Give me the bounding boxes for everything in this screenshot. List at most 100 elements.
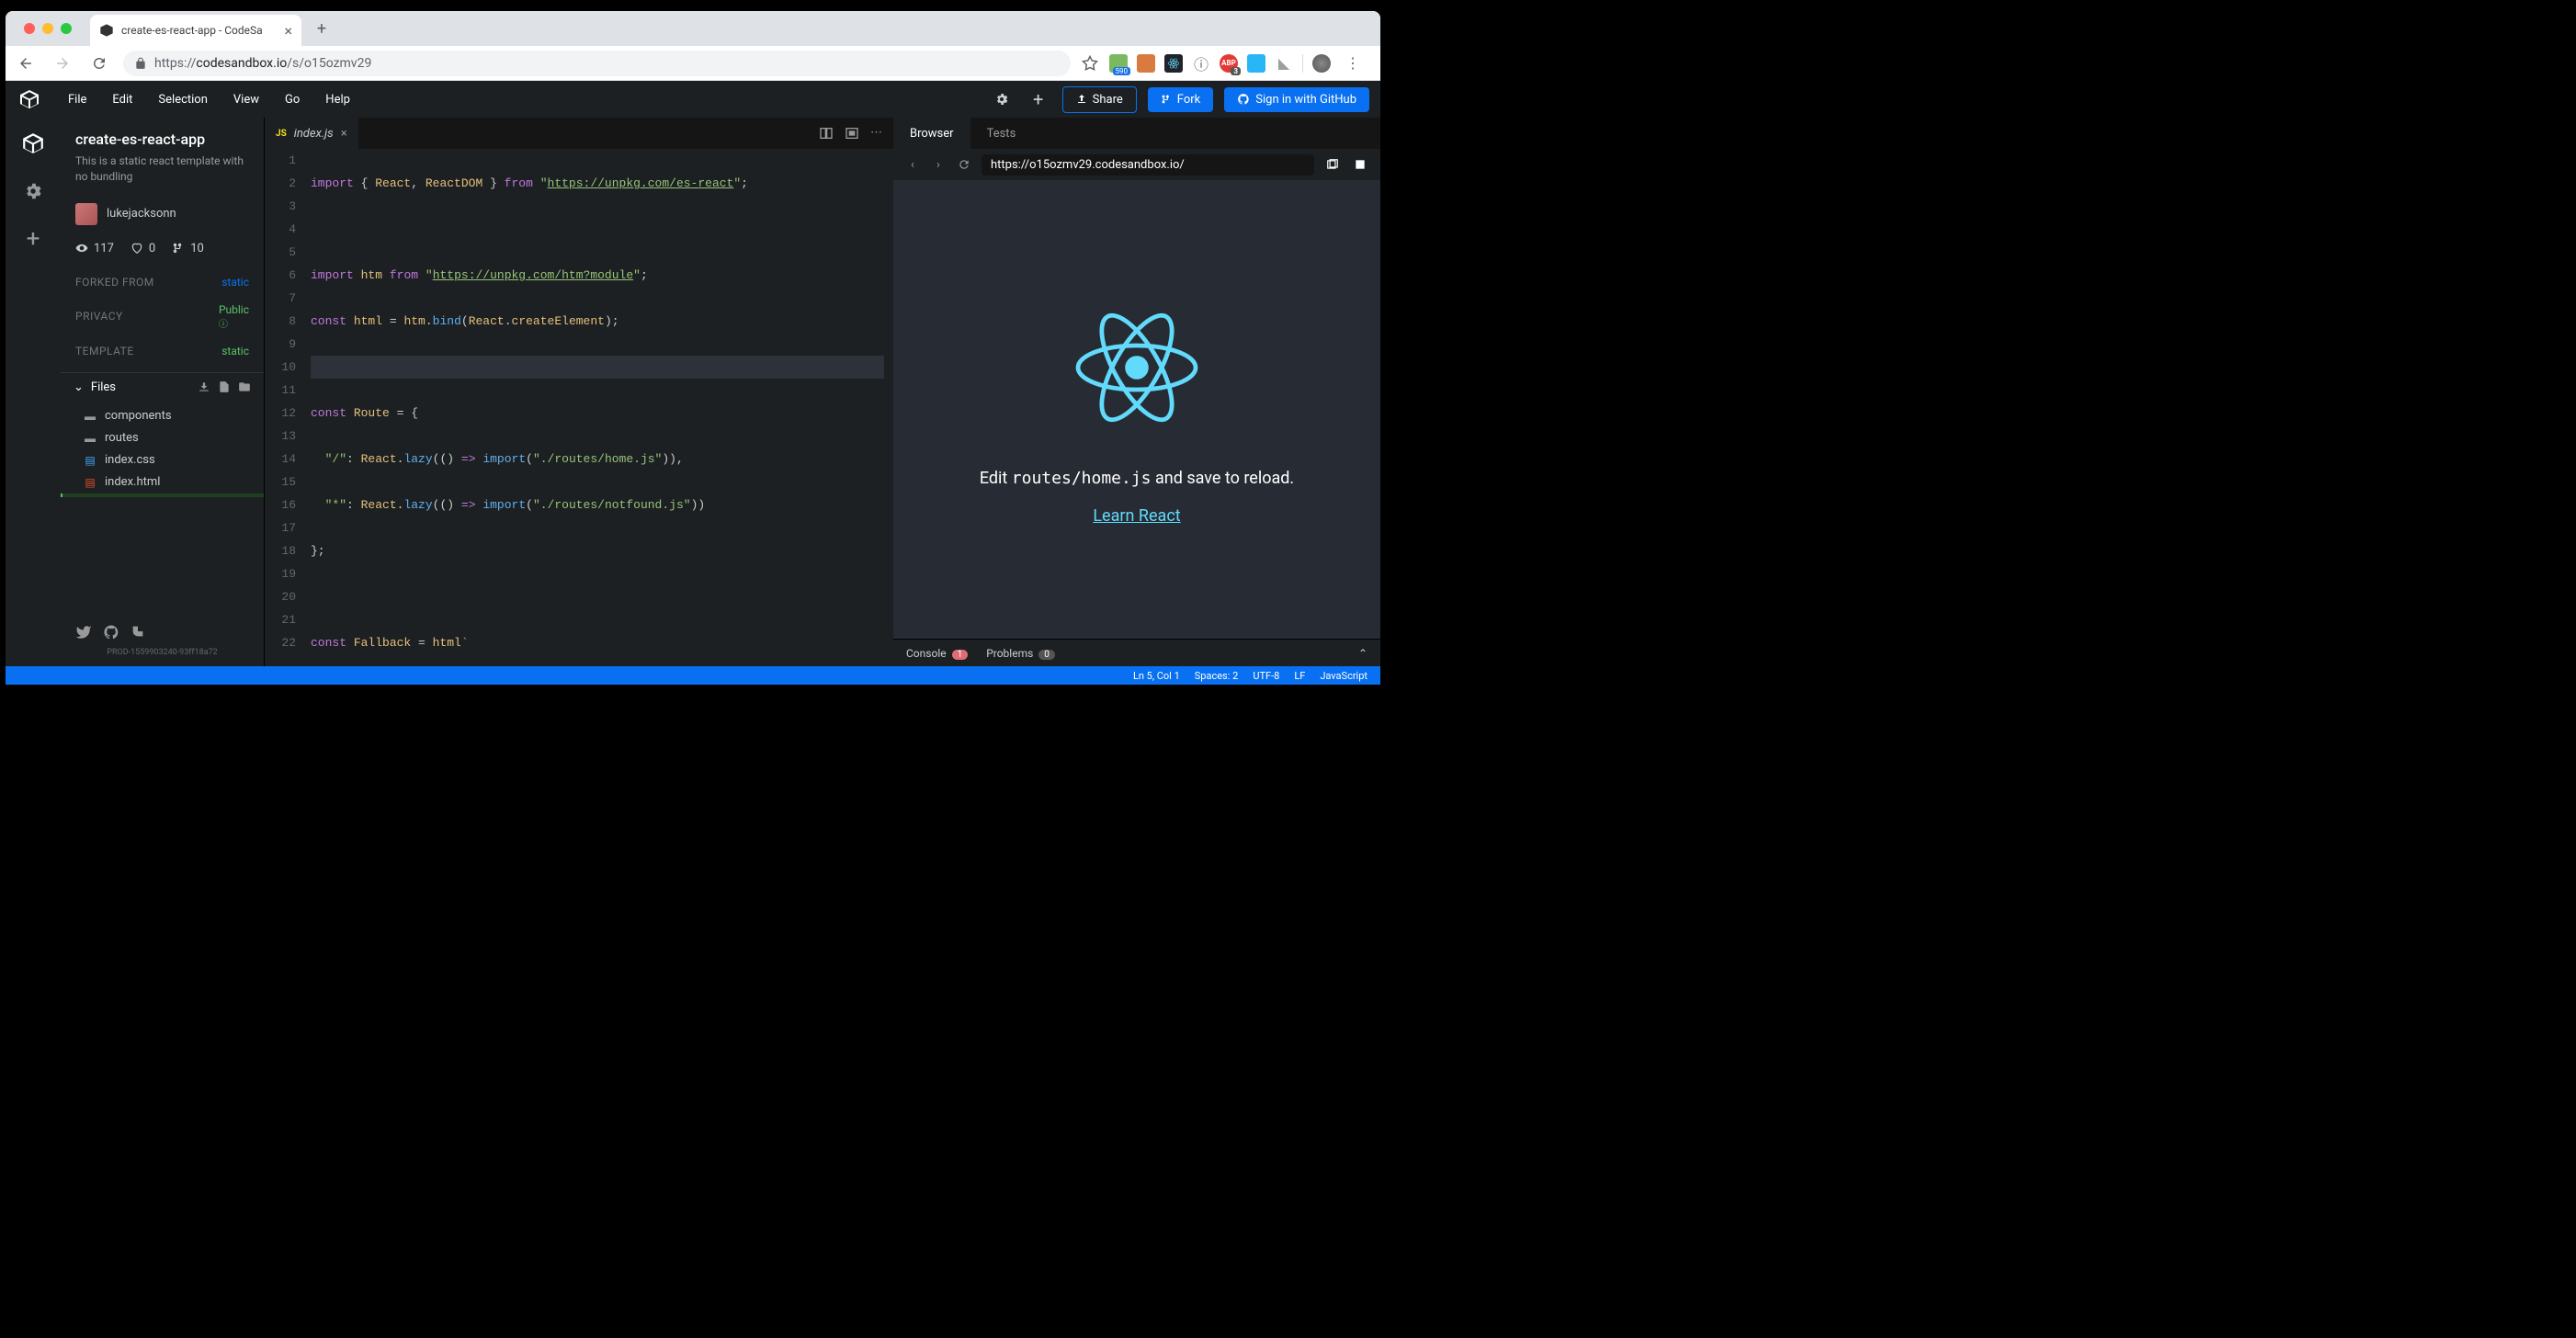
preview-url-input[interactable]: https://o15ozmv29.codesandbox.io/ xyxy=(982,154,1314,176)
more-icon[interactable]: ⋯ xyxy=(870,126,882,141)
menu-view[interactable]: View xyxy=(222,93,270,107)
chevron-up-icon[interactable]: ⌃ xyxy=(1358,647,1367,660)
new-folder-icon[interactable] xyxy=(238,380,251,393)
activity-bar: + xyxy=(6,118,61,666)
status-eol[interactable]: LF xyxy=(1294,670,1305,682)
reload-button[interactable] xyxy=(86,51,112,76)
preview-icon[interactable] xyxy=(845,126,859,141)
file-row-folder[interactable]: ▬routes xyxy=(61,427,264,449)
preview-forward-icon[interactable]: › xyxy=(930,158,947,172)
menu-go[interactable]: Go xyxy=(274,93,311,107)
signin-github-button[interactable]: Sign in with GitHub xyxy=(1224,87,1369,112)
preview-window-icon[interactable] xyxy=(1323,155,1342,174)
preview-console-bar[interactable]: Console 1 Problems 0 ⌃ xyxy=(893,639,1380,666)
menu-selection[interactable]: Selection xyxy=(147,93,218,107)
code-editor[interactable]: 12345678910111213141516171819202122 impo… xyxy=(265,149,893,666)
editor-tab[interactable]: JS index.js × xyxy=(265,118,358,149)
chrome-window: create-es-react-app - CodeSa × + https:/… xyxy=(6,11,1380,685)
chevron-down-icon: ⌄ xyxy=(74,380,84,394)
template-value: static xyxy=(221,345,249,357)
project-owner[interactable]: lukejacksonn xyxy=(61,194,264,234)
editor-area: JS index.js × ⋯ 123456789101112131415161… xyxy=(265,118,893,666)
preview-address-bar: ‹ › https://o15ozmv29.codesandbox.io/ xyxy=(893,149,1380,180)
editor-tabs: JS index.js × ⋯ xyxy=(265,118,893,149)
activity-sandbox-icon[interactable] xyxy=(18,129,48,158)
minimize-window[interactable] xyxy=(42,23,53,34)
extension-icon[interactable] xyxy=(1164,54,1183,73)
status-language[interactable]: JavaScript xyxy=(1320,670,1367,682)
preview-tabs: Browser Tests xyxy=(893,118,1380,149)
preview-reload-icon[interactable] xyxy=(956,158,972,171)
maximize-window[interactable] xyxy=(61,23,72,34)
split-editor-icon[interactable] xyxy=(819,126,834,141)
chrome-menu-icon[interactable]: ⋮ xyxy=(1340,51,1366,76)
extension-icons: 590 ⓘ ABP3 ◣ ⋮ xyxy=(1109,51,1373,76)
file-row-html[interactable]: ▤index.html xyxy=(61,471,264,493)
main-layout: + create-es-react-app This is a static r… xyxy=(6,118,1380,666)
download-icon[interactable] xyxy=(198,380,210,393)
preview-expand-icon[interactable] xyxy=(1351,155,1369,174)
extension-icon[interactable]: 590 xyxy=(1109,54,1128,73)
likes-stat: 0 xyxy=(131,242,155,255)
status-position[interactable]: Ln 5, Col 1 xyxy=(1133,670,1180,682)
extension-icon[interactable] xyxy=(1137,54,1155,73)
url-text: https://codesandbox.io/s/o15ozmv29 xyxy=(154,56,371,71)
plus-icon[interactable]: + xyxy=(1026,86,1051,112)
extension-icon[interactable]: ◣ xyxy=(1275,54,1293,73)
share-button[interactable]: Share xyxy=(1062,86,1137,113)
back-button[interactable] xyxy=(13,51,39,76)
preview-back-icon[interactable]: ‹ xyxy=(904,158,921,172)
browser-tab[interactable]: create-es-react-app - CodeSa × xyxy=(90,15,301,46)
files-header[interactable]: ⌄ Files xyxy=(61,372,264,402)
share-icon xyxy=(1076,94,1087,105)
js-icon: JS xyxy=(276,129,287,139)
fork-button[interactable]: Fork xyxy=(1148,87,1213,112)
tab-title: create-es-react-app - CodeSa xyxy=(121,24,263,37)
bookmark-star-icon[interactable] xyxy=(1082,55,1098,72)
activity-settings-icon[interactable] xyxy=(18,176,48,206)
extension-icon[interactable]: ABP3 xyxy=(1220,54,1238,73)
forked-from-link[interactable]: static xyxy=(221,276,249,289)
folder-icon: ▬ xyxy=(83,409,97,424)
file-row-folder[interactable]: ▬components xyxy=(61,405,264,427)
tab-close-icon[interactable]: × xyxy=(284,22,292,40)
status-bar: Ln 5, Col 1 Spaces: 2 UTF-8 LF JavaScrip… xyxy=(6,666,1380,685)
code-content: import { React, ReactDOM } from "https:/… xyxy=(311,149,893,666)
preview-tab-browser[interactable]: Browser xyxy=(893,118,970,149)
menu-file[interactable]: File xyxy=(57,93,97,107)
forward-button[interactable] xyxy=(50,51,75,76)
spectrum-icon[interactable] xyxy=(131,624,145,641)
url-input[interactable]: https://codesandbox.io/s/o15ozmv29 xyxy=(123,51,1071,76)
menu-edit[interactable]: Edit xyxy=(101,93,143,107)
new-tab-button[interactable]: + xyxy=(309,16,335,41)
lock-icon xyxy=(134,57,147,70)
github-icon[interactable] xyxy=(103,624,119,641)
profile-avatar[interactable] xyxy=(1312,54,1331,73)
preview-tab-tests[interactable]: Tests xyxy=(970,118,1033,149)
extension-icon[interactable] xyxy=(1247,54,1265,73)
file-row-css[interactable]: ▤index.css xyxy=(61,449,264,471)
chrome-tab-bar: create-es-react-app - CodeSa × + xyxy=(6,11,1380,46)
close-tab-icon[interactable]: × xyxy=(341,127,347,141)
eye-icon xyxy=(75,242,88,255)
activity-add-icon[interactable]: + xyxy=(18,224,48,254)
app-menubar: File Edit Selection View Go Help + Share… xyxy=(6,81,1380,118)
menu-help[interactable]: Help xyxy=(314,93,361,107)
heart-icon xyxy=(131,242,143,255)
extension-icon[interactable]: ⓘ xyxy=(1192,54,1210,73)
fork-icon xyxy=(1161,94,1172,105)
codesandbox-app: File Edit Selection View Go Help + Share… xyxy=(6,81,1380,685)
github-icon xyxy=(1237,93,1250,106)
new-file-icon[interactable] xyxy=(218,380,231,393)
close-window[interactable] xyxy=(24,23,35,34)
learn-react-link[interactable]: Learn React xyxy=(1093,506,1180,526)
settings-icon[interactable] xyxy=(989,86,1015,112)
project-description: This is a static react template with no … xyxy=(75,153,249,185)
status-encoding[interactable]: UTF-8 xyxy=(1253,670,1279,682)
codesandbox-logo-icon[interactable] xyxy=(17,86,42,112)
status-spaces[interactable]: Spaces: 2 xyxy=(1195,670,1239,682)
twitter-icon[interactable] xyxy=(75,624,92,641)
file-row-selected[interactable] xyxy=(61,493,264,497)
preview-content: Edit routes/home.js and save to reload. … xyxy=(893,180,1380,639)
build-id: PROD-1559903240-93ff18a72 xyxy=(75,648,249,657)
